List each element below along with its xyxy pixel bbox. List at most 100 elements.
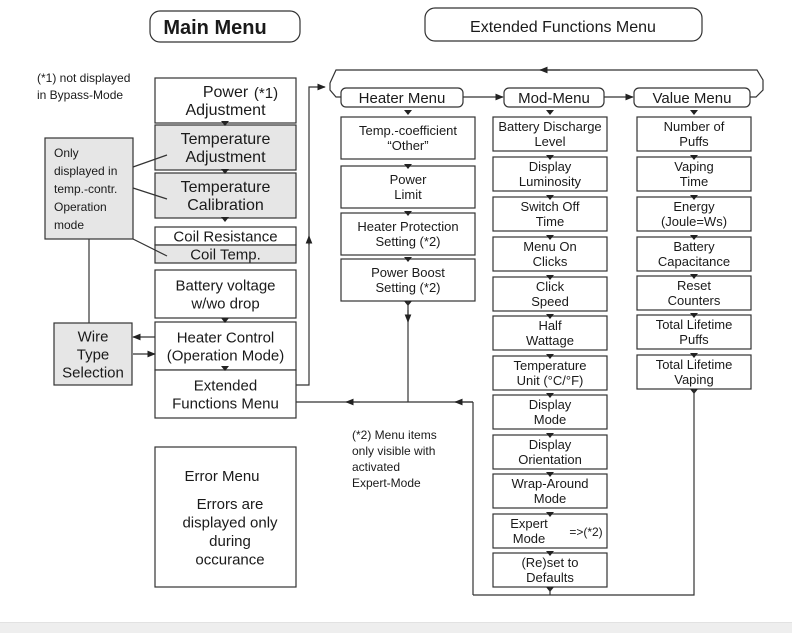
main-menu-item-power-adjustment[interactable]: PowerAdjustment(*1) bbox=[154, 77, 297, 124]
box-label: (Joule=Ws) bbox=[661, 214, 727, 229]
submenu-item[interactable]: HalfWattage bbox=[492, 315, 608, 351]
box-label: Display bbox=[529, 397, 572, 412]
main-menu-item-battery-voltage[interactable]: Battery voltagew/wo drop bbox=[154, 269, 297, 319]
down-arrow-icon bbox=[404, 110, 412, 115]
box-label: Half bbox=[538, 318, 562, 333]
submenu-item[interactable]: DisplayMode bbox=[492, 394, 608, 430]
error-menu-title: Error Menu bbox=[184, 468, 259, 485]
box-label: Mod-Menu bbox=[518, 90, 590, 107]
error-menu-line: occurance bbox=[195, 552, 264, 569]
submenu-column-mod-menu: Battery DischargeLevelDisplayLuminosityS… bbox=[492, 110, 608, 592]
box-label: Setting (*2) bbox=[375, 280, 440, 295]
error-menu-line: displayed only bbox=[182, 515, 278, 532]
box-label: Counters bbox=[668, 293, 721, 308]
box-label: Battery voltage bbox=[175, 277, 275, 294]
submenu-item[interactable]: Temp.-coefficient“Other” bbox=[340, 116, 476, 160]
extended-to-loop-arrow bbox=[296, 83, 326, 386]
submenu-item[interactable]: Menu OnClicks bbox=[492, 236, 608, 272]
box-label: Battery bbox=[673, 239, 715, 254]
main-menu-item-extended-functions-menu[interactable]: ExtendedFunctions Menu bbox=[154, 369, 297, 419]
error-menu-line: Errors are bbox=[197, 496, 264, 513]
box-label: Wrap-Around bbox=[511, 476, 588, 491]
box-label: Heater Protection bbox=[357, 219, 458, 234]
box-label: Limit bbox=[394, 187, 422, 202]
main-menu-title-text: Main Menu bbox=[163, 17, 266, 39]
expert-note-line: activated bbox=[352, 460, 400, 474]
box-label: Wattage bbox=[526, 333, 574, 348]
submenu-item[interactable]: PowerLimit bbox=[340, 165, 476, 209]
submenu-item[interactable]: Switch OffTime bbox=[492, 196, 608, 232]
temp-only-note-line: Only bbox=[54, 146, 79, 160]
box-label: (Operation Mode) bbox=[167, 347, 285, 364]
box-label: Capacitance bbox=[658, 254, 730, 269]
submenu-item[interactable]: Wrap-AroundMode bbox=[492, 473, 608, 509]
temp-only-note-line: mode bbox=[54, 218, 84, 232]
bypass-note: (*1) not displayed in Bypass-Mode bbox=[37, 71, 130, 102]
box-label: Energy bbox=[673, 199, 715, 214]
down-arrow-icon bbox=[546, 110, 554, 115]
box-label: Functions Menu bbox=[172, 395, 279, 412]
box-label: Menu On bbox=[523, 239, 576, 254]
temp-only-note-line: Operation bbox=[54, 200, 107, 214]
submenu-header-heater-menu[interactable]: Heater Menu bbox=[340, 87, 464, 108]
box-label: Temperature bbox=[181, 131, 271, 148]
submenu-item[interactable]: DisplayOrientation bbox=[492, 434, 608, 470]
temp-only-note-line: displayed in bbox=[54, 164, 117, 178]
submenu-item[interactable]: BatteryCapacitance bbox=[636, 236, 752, 272]
expert-note-line: Expert-Mode bbox=[352, 476, 421, 490]
down-arrow-icon bbox=[690, 110, 698, 115]
box-label: Luminosity bbox=[519, 174, 582, 189]
submenu-item[interactable]: TemperatureUnit (°C/°F) bbox=[492, 355, 608, 391]
extended-menu-title: Extended Functions Menu bbox=[424, 7, 703, 42]
box-label: Unit (°C/°F) bbox=[517, 373, 584, 388]
box-label: Reset bbox=[677, 278, 711, 293]
box-label: Level bbox=[534, 134, 565, 149]
box-label: Selection bbox=[62, 364, 124, 381]
box-label: Power Boost bbox=[371, 265, 445, 280]
box-label: Display bbox=[529, 159, 572, 174]
submenu-item[interactable]: Power BoostSetting (*2) bbox=[340, 258, 476, 302]
main-menu-item-coil-resistance[interactable]: Coil Resistance bbox=[154, 226, 297, 246]
box-label: Switch Off bbox=[520, 199, 579, 214]
submenu-item[interactable]: ResetCounters bbox=[636, 275, 752, 311]
wire-type-box[interactable]: WireTypeSelection bbox=[53, 322, 133, 386]
box-label: w/wo drop bbox=[190, 295, 259, 312]
wire-type-selection[interactable]: WireTypeSelection bbox=[53, 322, 133, 386]
expert-mode-note: (*2) Menu items only visible with activate… bbox=[352, 428, 437, 490]
footnote-marker-1: (*1) bbox=[254, 85, 278, 102]
main-menu-item-coil-temp[interactable]: Coil Temp. bbox=[154, 244, 297, 264]
submenu-item[interactable]: ExpertMode =>(*2) bbox=[492, 513, 608, 549]
main-menu-item-temperature-adjustment[interactable]: TemperatureAdjustment bbox=[154, 124, 297, 171]
submenu-item[interactable]: Battery DischargeLevel bbox=[492, 116, 608, 152]
submenu-item[interactable]: DisplayLuminosity bbox=[492, 156, 608, 192]
box-label: Puffs bbox=[679, 134, 709, 149]
main-menu-item-temperature-calibration[interactable]: TemperatureCalibration bbox=[154, 172, 297, 219]
down-arrow-icon bbox=[221, 217, 229, 222]
main-menu-item-heater-control[interactable]: Heater Control(Operation Mode) bbox=[154, 321, 297, 371]
box-label: “Other” bbox=[387, 138, 428, 153]
submenu-header-mod-menu[interactable]: Mod-Menu bbox=[503, 87, 605, 108]
submenu-item[interactable]: (Re)set toDefaults bbox=[492, 552, 608, 588]
submenu-item[interactable]: ClickSpeed bbox=[492, 276, 608, 312]
box-label: Temp.-coefficient bbox=[359, 123, 457, 138]
box-label: Calibration bbox=[187, 197, 263, 214]
box-label: Vaping bbox=[674, 372, 714, 387]
submenu-item[interactable]: Number ofPuffs bbox=[636, 116, 752, 152]
submenu-item[interactable]: Total LifetimePuffs bbox=[636, 314, 752, 350]
submenu-item[interactable]: Heater ProtectionSetting (*2) bbox=[340, 212, 476, 256]
box-label: Expert bbox=[510, 516, 548, 531]
box-label: Adjustment bbox=[185, 102, 266, 119]
box-label: Orientation bbox=[518, 452, 582, 467]
submenu-item[interactable]: Energy(Joule=Ws) bbox=[636, 196, 752, 232]
submenu-header-value-menu[interactable]: Value Menu bbox=[633, 87, 751, 108]
box-label: Setting (*2) bbox=[375, 234, 440, 249]
box-label: Adjustment bbox=[185, 149, 266, 166]
submenu-item[interactable]: VapingTime bbox=[636, 156, 752, 192]
submenu-item[interactable]: Total LifetimeVaping bbox=[636, 354, 752, 390]
submenu-headers: Heater Menu Mod-Menu Value Menu bbox=[340, 87, 751, 108]
main-menu-column: PowerAdjustment(*1)TemperatureAdjustment… bbox=[154, 77, 297, 419]
temp-only-note-line: temp.-contr. bbox=[54, 182, 117, 196]
expert-note-line: only visible with bbox=[352, 444, 435, 458]
box-label: Clicks bbox=[533, 254, 568, 269]
error-menu-line: during bbox=[209, 533, 251, 550]
